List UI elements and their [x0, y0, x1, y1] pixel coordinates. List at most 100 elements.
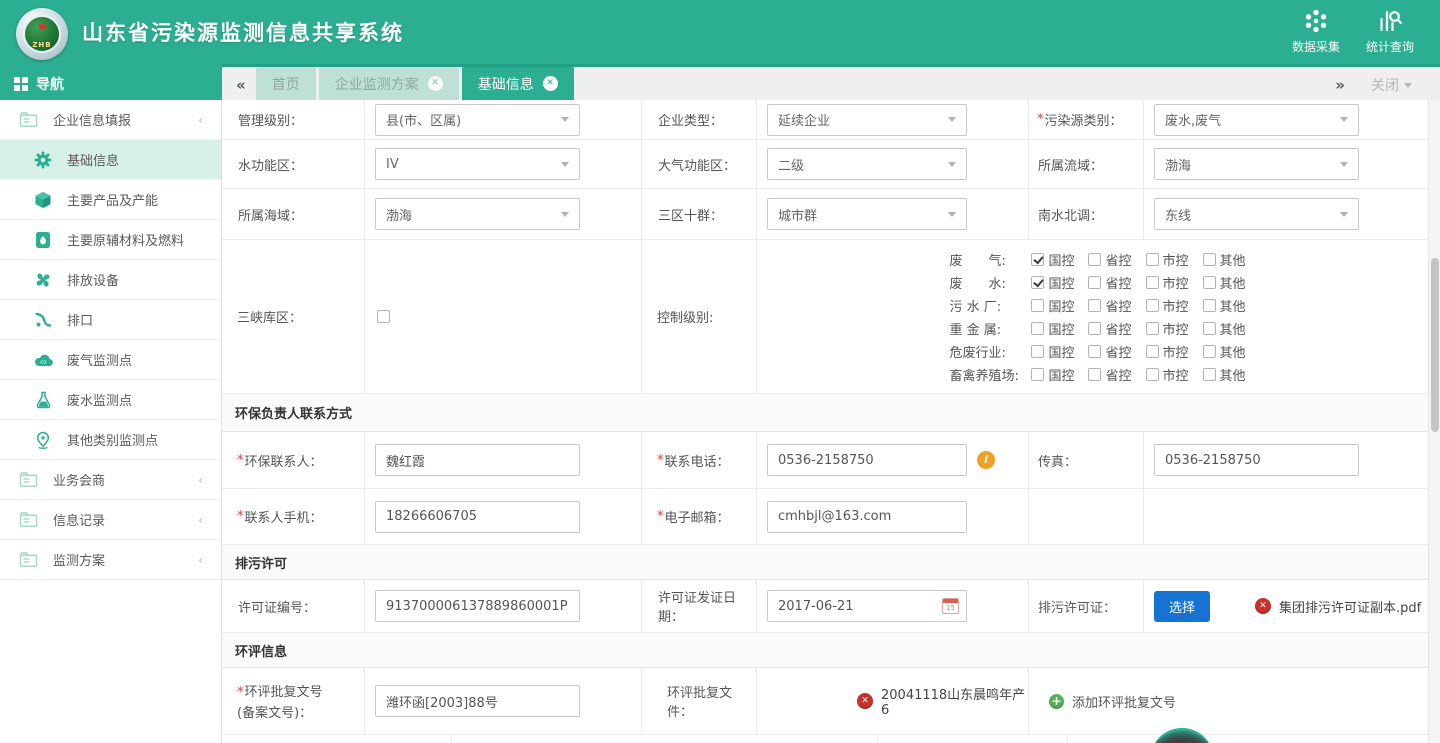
water-function-zone-select[interactable]: IV — [375, 148, 580, 180]
checkbox-icon[interactable] — [1146, 345, 1159, 358]
air-function-zone-select[interactable]: 二级 — [767, 148, 967, 180]
checkbox-option[interactable]: 省控 — [1088, 296, 1131, 315]
delete-file-icon[interactable]: ✕ — [857, 693, 873, 709]
management-level-select[interactable]: 县(市、区属) — [375, 104, 580, 136]
tab-home[interactable]: 首页 — [256, 67, 316, 100]
checkbox-option[interactable]: 市控 — [1146, 342, 1189, 361]
checkbox-option[interactable]: 省控 — [1088, 250, 1131, 269]
checkbox-icon[interactable] — [1146, 276, 1159, 289]
checkbox-option[interactable]: 其他 — [1203, 296, 1246, 315]
checkbox-icon[interactable] — [1031, 253, 1044, 266]
field-label: 环评批复文件： — [667, 682, 756, 720]
calendar-icon[interactable] — [942, 598, 959, 614]
checkbox-icon[interactable] — [1031, 345, 1044, 358]
checkbox-icon[interactable] — [1146, 299, 1159, 312]
vertical-scrollbar[interactable] — [1428, 100, 1440, 743]
checkbox-option[interactable]: 国控 — [1031, 319, 1074, 338]
sea-area-select[interactable]: 渤海 — [375, 198, 580, 230]
contact-phone-input[interactable] — [767, 444, 967, 476]
close-tab-icon[interactable]: ✕ — [428, 76, 443, 91]
checkbox-option[interactable]: 省控 — [1088, 273, 1131, 292]
sidebar-item-products[interactable]: 主要产品及产能 — [0, 180, 221, 220]
checkbox-icon[interactable] — [1088, 299, 1101, 312]
checkbox-icon[interactable] — [1203, 368, 1216, 381]
fax-input[interactable] — [1154, 444, 1359, 476]
three-zones-ten-clusters-select[interactable]: 城市群 — [767, 198, 967, 230]
checkbox-option[interactable]: 其他 — [1203, 342, 1246, 361]
tab-basic-info[interactable]: 基础信息 ✕ — [462, 67, 574, 100]
email-input[interactable] — [767, 501, 967, 533]
enterprise-type-select[interactable]: 延续企业 — [767, 104, 967, 136]
checkbox-icon[interactable] — [1031, 299, 1044, 312]
checkbox-option[interactable]: 省控 — [1088, 319, 1131, 338]
sidebar-item-basic-info[interactable]: 基础信息 — [0, 140, 221, 180]
south-north-water-select[interactable]: 东线 — [1154, 198, 1359, 230]
sidebar-group-business-consult[interactable]: 业务会商 ‹ — [0, 460, 221, 500]
checkbox-icon[interactable] — [1146, 368, 1159, 381]
page-title: 山东省污染源监测信息共享系统 — [82, 17, 404, 47]
tab-scroll-right-button[interactable]: » — [1335, 76, 1345, 94]
pollution-source-type-select[interactable]: 废水,废气 — [1154, 104, 1359, 136]
checkbox-icon[interactable] — [1088, 276, 1101, 289]
contact-name-input[interactable] — [375, 444, 580, 476]
checkbox-option[interactable]: 市控 — [1146, 273, 1189, 292]
checkbox-option[interactable]: 国控 — [1031, 342, 1074, 361]
checkbox-icon[interactable] — [1031, 368, 1044, 381]
checkbox-icon[interactable] — [1031, 322, 1044, 335]
checkbox-icon[interactable] — [1088, 368, 1101, 381]
checkbox-icon[interactable] — [1203, 276, 1216, 289]
info-icon[interactable]: i — [977, 451, 995, 469]
permit-date-input[interactable] — [767, 590, 967, 622]
choose-file-button[interactable]: 选择 — [1154, 591, 1210, 622]
sidebar-item-waste-gas-points[interactable]: co 废气监测点 — [0, 340, 221, 380]
checkbox-option[interactable]: 市控 — [1146, 250, 1189, 269]
checkbox-option[interactable]: 市控 — [1146, 319, 1189, 338]
permit-number-input[interactable] — [375, 590, 580, 622]
checkbox-option[interactable]: 其他 — [1203, 319, 1246, 338]
checkbox-option[interactable]: 省控 — [1088, 342, 1131, 361]
checkbox-option[interactable]: 国控 — [1031, 296, 1074, 315]
scrollbar-thumb[interactable] — [1431, 258, 1439, 432]
sanxia-checkbox[interactable] — [377, 310, 390, 323]
sidebar-item-outlets[interactable]: 排口 — [0, 300, 221, 340]
delete-file-icon[interactable]: ✕ — [1255, 598, 1271, 614]
eia-doc-number-input[interactable] — [375, 685, 580, 717]
contact-mobile-input[interactable] — [375, 501, 580, 533]
checkbox-option[interactable]: 其他 — [1203, 365, 1246, 384]
checkbox-icon[interactable] — [1031, 276, 1044, 289]
stats-query-button[interactable]: 统计查询 — [1366, 8, 1414, 55]
sidebar-group-enterprise-info[interactable]: 企业信息填报 ‹ — [0, 100, 221, 140]
checkbox-option[interactable]: 市控 — [1146, 296, 1189, 315]
checkbox-option[interactable]: 市控 — [1146, 365, 1189, 384]
checkbox-icon[interactable] — [1146, 253, 1159, 266]
field-label: 传真： — [1038, 451, 1077, 470]
river-basin-select[interactable]: 渤海 — [1154, 148, 1359, 180]
checkbox-option[interactable]: 国控 — [1031, 250, 1074, 269]
checkbox-option[interactable]: 省控 — [1088, 365, 1131, 384]
furnace-icon — [33, 231, 53, 249]
checkbox-icon[interactable] — [1203, 345, 1216, 358]
checkbox-icon[interactable] — [1088, 322, 1101, 335]
close-tab-icon[interactable]: ✕ — [543, 76, 558, 91]
checkbox-icon[interactable] — [1088, 253, 1101, 266]
checkbox-option[interactable]: 国控 — [1031, 365, 1074, 384]
checkbox-icon[interactable] — [1203, 299, 1216, 312]
checkbox-option[interactable]: 其他 — [1203, 273, 1246, 292]
sidebar-item-emission-equipment[interactable]: 排放设备 — [0, 260, 221, 300]
sidebar-item-raw-materials[interactable]: 主要原辅材料及燃料 — [0, 220, 221, 260]
data-collect-button[interactable]: 数据采集 — [1292, 8, 1340, 55]
checkbox-icon[interactable] — [1203, 322, 1216, 335]
checkbox-icon[interactable] — [1146, 322, 1159, 335]
sidebar-item-other-points[interactable]: 其他类别监测点 — [0, 420, 221, 460]
sidebar-group-monitor-plan[interactable]: 监测方案 ‹ — [0, 540, 221, 580]
checkbox-icon[interactable] — [1203, 253, 1216, 266]
checkbox-option[interactable]: 其他 — [1203, 250, 1246, 269]
tab-enterprise-monitor-plan[interactable]: 企业监测方案 ✕ — [319, 67, 459, 100]
sidebar-group-info-records[interactable]: 信息记录 ‹ — [0, 500, 221, 540]
checkbox-option[interactable]: 国控 — [1031, 273, 1074, 292]
close-menu-button[interactable]: 关闭 — [1371, 75, 1412, 95]
checkbox-icon[interactable] — [1088, 345, 1101, 358]
add-eia-doc-button[interactable]: + 添加环评批复文号 — [1049, 692, 1176, 711]
tab-scroll-left-button[interactable]: « — [222, 76, 256, 100]
sidebar-item-waste-water-points[interactable]: 废水监测点 — [0, 380, 221, 420]
